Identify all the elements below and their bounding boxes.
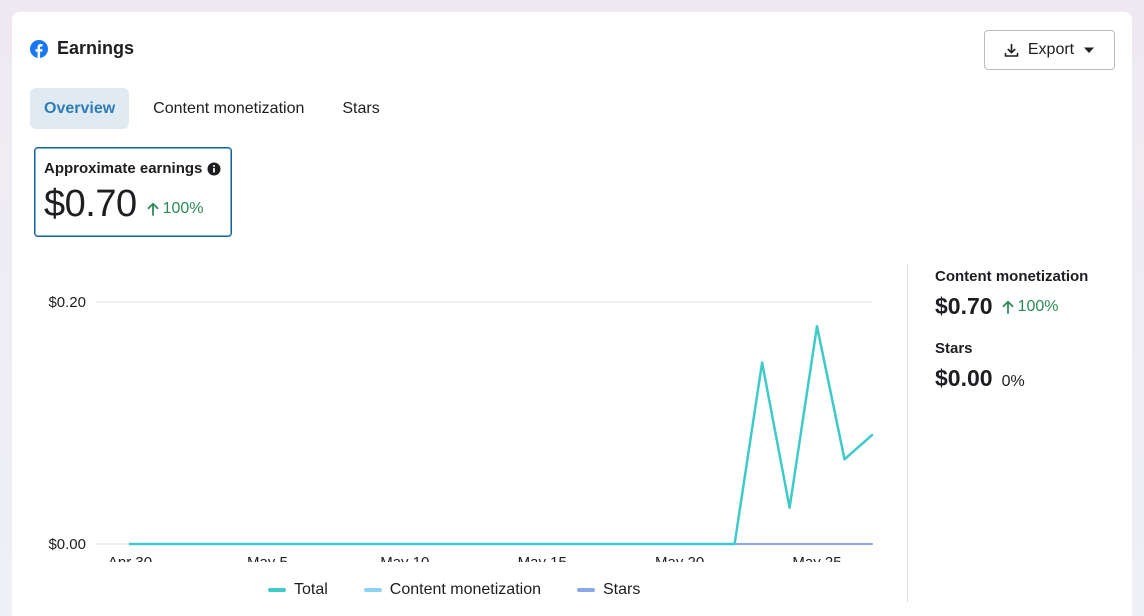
breakdown-value: $0.00: [935, 365, 993, 391]
legend-label: Total: [294, 581, 328, 598]
chart-series: [128, 324, 874, 546]
approximate-earnings-change-value: 100%: [162, 200, 204, 217]
x-axis-ticks: Apr 30 May 5 May 10 May 15 May 20 May 25: [108, 554, 842, 562]
legend-label: Content monetization: [389, 581, 541, 598]
earnings-line-chart: $0.00 $0.20 Apr 30 May 5 May 10 May 15 May 20…: [48, 294, 874, 562]
y-tick-label: $0.00: [48, 536, 86, 553]
breakdown-label: Stars: [935, 340, 973, 357]
series-line-total[interactable]: [128, 324, 874, 546]
legend-item-total[interactable]: Total: [268, 581, 328, 599]
legend-item-stars[interactable]: Stars: [577, 581, 640, 599]
x-tick-label: May 25: [792, 554, 841, 562]
download-icon: [1004, 43, 1019, 57]
x-tick-label: May 5: [247, 554, 288, 562]
y-tick-label: $0.20: [48, 294, 86, 311]
x-tick-label: May 10: [380, 554, 429, 562]
earnings-card: Earnings Export Overview Content monetiz…: [12, 12, 1132, 616]
x-tick-label: May 20: [655, 554, 704, 562]
x-tick-label: Apr 30: [108, 554, 152, 562]
info-icon[interactable]: [207, 162, 221, 176]
legend-swatch-total: [268, 588, 286, 592]
caret-down-icon: [1084, 47, 1095, 53]
approximate-earnings-tile[interactable]: Approximate earnings $0.70 100%: [34, 147, 232, 237]
breakdown-stars: Stars $0.00 0%: [935, 340, 1125, 392]
approximate-earnings-change: 100%: [147, 200, 204, 218]
tab-content-monetization[interactable]: Content monetization: [139, 88, 318, 129]
legend-swatch-content-monetization: [363, 588, 382, 592]
facebook-icon: [30, 39, 48, 58]
x-tick-label: May 15: [518, 554, 567, 562]
tab-stars[interactable]: Stars: [328, 88, 393, 129]
chart-grid: [96, 301, 872, 545]
approximate-earnings-value: $0.70: [44, 183, 137, 225]
arrow-up-icon: [1002, 300, 1013, 314]
y-axis-ticks: $0.00 $0.20: [48, 294, 86, 553]
breakdown-value-row: $0.00 0%: [935, 365, 1125, 392]
breakdown-value: $0.70: [935, 293, 993, 319]
panel-divider: [907, 264, 908, 602]
approximate-earnings-label-row: Approximate earnings: [44, 160, 222, 177]
earnings-breakdown: Content monetization $0.70 100% Stars $0…: [935, 268, 1125, 392]
chart-legend: Total Content monetization Stars: [268, 581, 640, 599]
breakdown-content-monetization: Content monetization $0.70 100%: [935, 268, 1125, 320]
breakdown-label: Content monetization: [935, 268, 1089, 285]
breakdown-change-value: 0%: [1001, 373, 1025, 390]
tab-bar: Overview Content monetization Stars: [30, 88, 404, 129]
export-label: Export: [1027, 41, 1075, 58]
approximate-earnings-value-row: $0.70 100%: [44, 183, 222, 226]
series-line-content-monetization[interactable]: [129, 325, 873, 545]
export-button[interactable]: Export: [984, 30, 1115, 70]
page-header: Earnings: [30, 38, 134, 59]
legend-swatch-stars: [577, 588, 595, 592]
page-title: Earnings: [57, 38, 135, 58]
breakdown-change: 100%: [1002, 298, 1059, 316]
legend-item-content-monetization[interactable]: Content monetization: [363, 581, 541, 599]
breakdown-value-row: $0.70 100%: [935, 293, 1125, 320]
arrow-up-icon: [147, 202, 158, 216]
legend-label: Stars: [603, 581, 641, 598]
approximate-earnings-label: Approximate earnings: [44, 160, 203, 177]
breakdown-change-value: 100%: [1017, 298, 1059, 315]
tab-overview[interactable]: Overview: [30, 88, 130, 129]
